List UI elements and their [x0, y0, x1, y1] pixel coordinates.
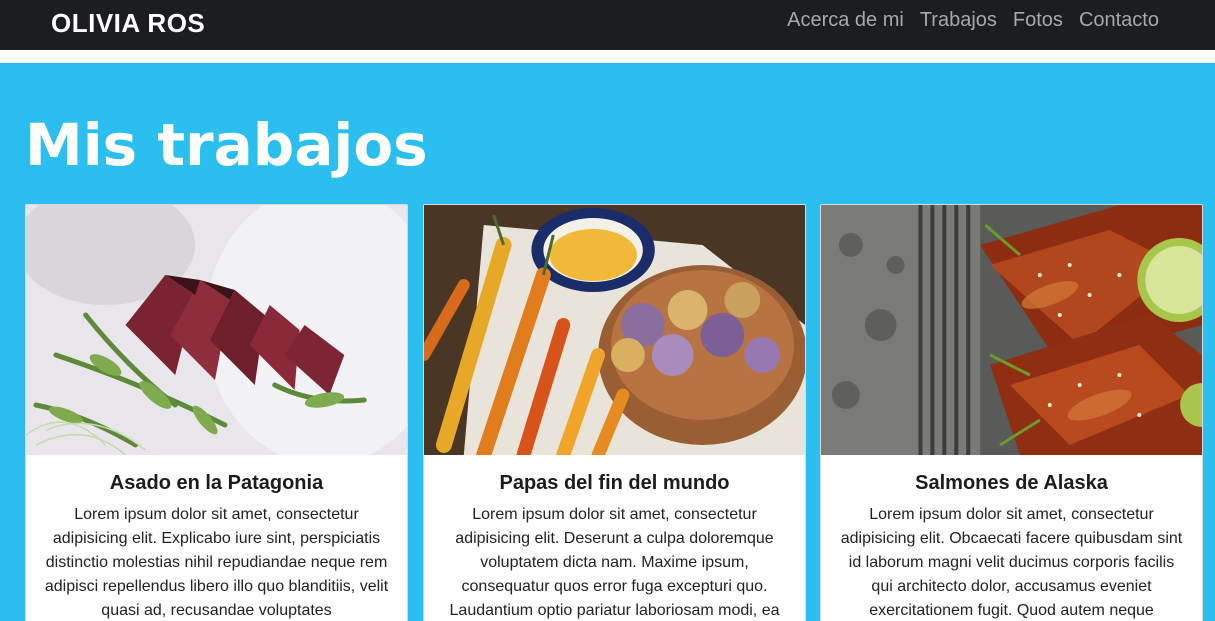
nav-link-acerca[interactable]: Acerca de mi	[787, 9, 904, 32]
work-card-salmones[interactable]: Salmones de Alaska Lorem ipsum dolor sit…	[820, 204, 1203, 621]
card-text: Lorem ipsum dolor sit amet, consectetur …	[44, 506, 389, 619]
navbar: OLIVIA ROS Acerca de mi Trabajos Fotos C…	[0, 0, 1215, 50]
card-text: Lorem ipsum dolor sit amet, consectetur …	[840, 506, 1183, 619]
nav-links: Acerca de mi Trabajos Fotos Contacto	[787, 9, 1159, 32]
card-image-asado	[26, 205, 407, 455]
card-image-papas	[424, 205, 805, 455]
works-section: Mis trabajos Asado en la Patagonia Lorem…	[0, 63, 1215, 621]
section-title: Mis trabajos	[25, 111, 428, 179]
work-card-papas[interactable]: Papas del fin del mundo Lorem ipsum dolo…	[423, 204, 806, 621]
nav-link-contacto[interactable]: Contacto	[1079, 9, 1159, 32]
nav-link-trabajos[interactable]: Trabajos	[920, 9, 997, 32]
card-title: Asado en la Patagonia	[109, 472, 324, 494]
brand-logo[interactable]: OLIVIA ROS	[51, 8, 205, 39]
card-image-salmones	[821, 205, 1202, 455]
card-title: Papas del fin del mundo	[499, 472, 730, 494]
nav-link-fotos[interactable]: Fotos	[1013, 9, 1063, 32]
card-title: Salmones de Alaska	[915, 472, 1108, 494]
work-card-asado[interactable]: Asado en la Patagonia Lorem ipsum dolor …	[25, 204, 408, 621]
card-text: Lorem ipsum dolor sit amet, consectetur …	[449, 506, 780, 619]
